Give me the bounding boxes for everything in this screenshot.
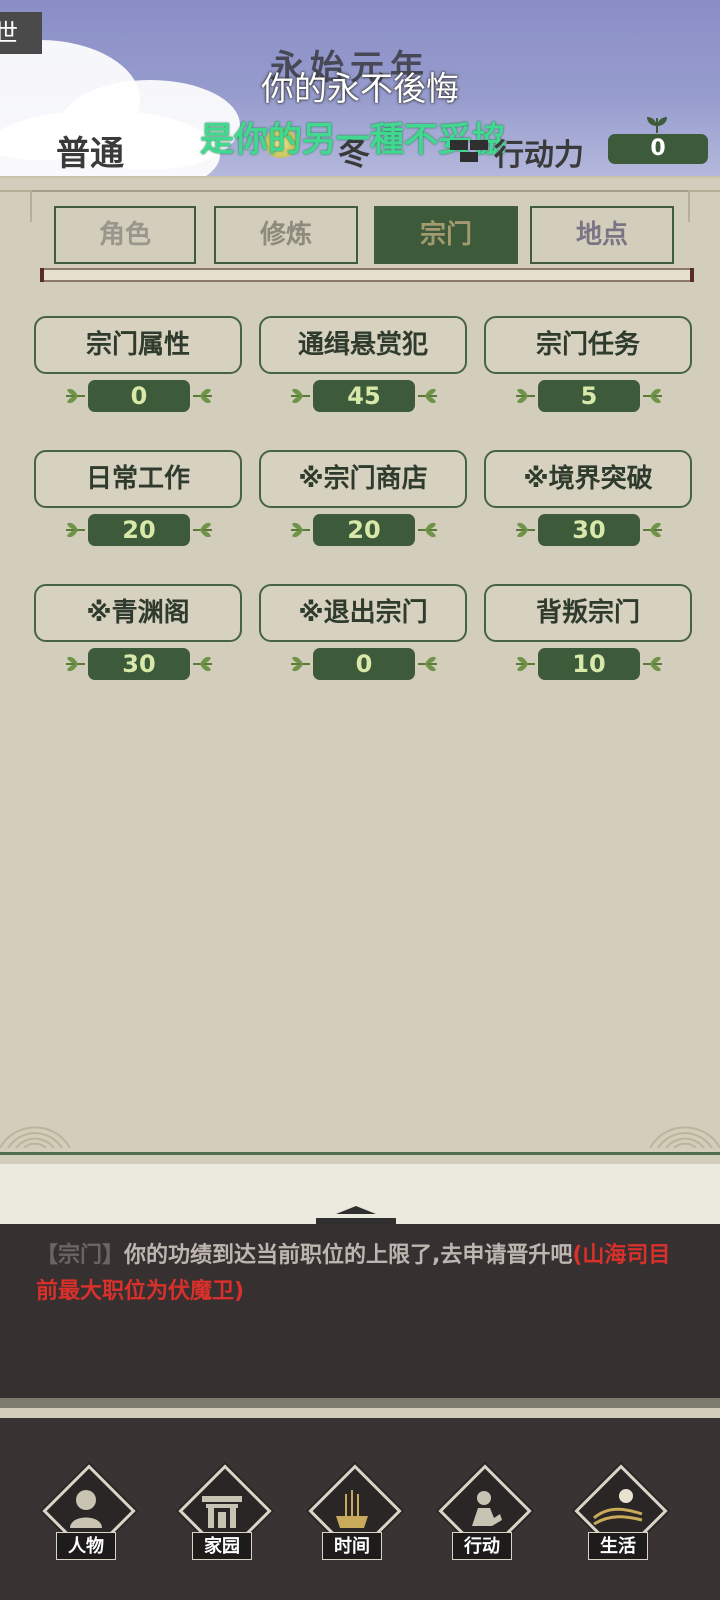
progress-bar (40, 268, 694, 282)
panel-divider (0, 1152, 720, 1155)
betray-sect-button[interactable]: 背叛宗门 (484, 584, 692, 642)
nav-label: 时间 (322, 1532, 382, 1560)
corner-tag[interactable]: 世 (0, 12, 42, 54)
leaf-right-icon (418, 656, 437, 672)
leaf-right-icon (193, 388, 212, 404)
tab-cultivation[interactable]: 修炼 (214, 206, 358, 264)
status-header: 世 永始元年 你的永不後悔 普通 冬 是你的另一種不妥協 行动力 0 (0, 0, 720, 176)
cost-value: 20 (313, 514, 415, 546)
leaf-left-icon (291, 522, 310, 538)
leaf-left-icon (291, 656, 310, 672)
tab-sect[interactable]: 宗门 (374, 206, 518, 264)
leaf-left-icon (291, 388, 310, 404)
cost-value: 30 (88, 648, 190, 680)
cost-indicator: 0 (289, 648, 439, 680)
qingyuan-pavilion-button[interactable]: ※青渊阁 (34, 584, 242, 642)
cost-indicator: 10 (514, 648, 664, 680)
nav-action[interactable]: 行动 (432, 1464, 532, 1562)
leaf-right-icon (643, 388, 662, 404)
message-tag: 【宗门】 (36, 1243, 125, 1268)
leaf-right-icon (418, 522, 437, 538)
sect-panel: 角色 修炼 宗门 地点 宗门属性 通缉悬赏犯 宗门任务 0 45 5 日常工作 … (0, 176, 720, 1164)
message-log: 【宗门】你的功绩到达当前职位的上限了,去申请晋升吧(山海司目前最大职位为伏魔卫) (0, 1224, 720, 1408)
cost-value: 0 (313, 648, 415, 680)
cost-indicator: 0 (64, 380, 214, 412)
tab-character[interactable]: 角色 (54, 206, 196, 264)
daily-work-button[interactable]: 日常工作 (34, 450, 242, 508)
nav-label: 生活 (588, 1532, 648, 1560)
nav-label: 行动 (452, 1532, 512, 1560)
cost-indicator: 20 (289, 514, 439, 546)
cost-indicator: 5 (514, 380, 664, 412)
leaf-left-icon (66, 656, 85, 672)
nav-time[interactable]: 时间 (302, 1464, 402, 1562)
nav-home[interactable]: 家园 (172, 1464, 272, 1562)
tab-location[interactable]: 地点 (530, 206, 674, 264)
wanted-criminal-button[interactable]: 通缉悬赏犯 (259, 316, 467, 374)
action-points-label: 行动力 (494, 138, 584, 173)
wave-decoration (0, 1126, 70, 1148)
sect-attributes-button[interactable]: 宗门属性 (34, 316, 242, 374)
leaf-left-icon (516, 656, 535, 672)
leave-sect-button[interactable]: ※退出宗门 (259, 584, 467, 642)
nav-character[interactable]: 人物 (36, 1464, 136, 1562)
cost-indicator: 20 (64, 514, 214, 546)
expand-handle-icon[interactable] (308, 1200, 404, 1224)
leaf-right-icon (193, 522, 212, 538)
leaf-right-icon (193, 656, 212, 672)
leaf-left-icon (66, 522, 85, 538)
sect-shop-button[interactable]: ※宗门商店 (259, 450, 467, 508)
wave-decoration (650, 1126, 720, 1148)
cost-value: 10 (538, 648, 640, 680)
message-text: 你的功绩到达当前职位的上限了,去申请晋升吧 (124, 1243, 573, 1268)
lyric-line-1: 你的永不後悔 (261, 69, 459, 108)
leaf-right-icon (643, 656, 662, 672)
cost-indicator: 45 (289, 380, 439, 412)
cost-indicator: 30 (514, 514, 664, 546)
cost-value: 20 (88, 514, 190, 546)
action-points-value: 0 (608, 134, 708, 164)
cost-value: 30 (538, 514, 640, 546)
leaf-left-icon (66, 388, 85, 404)
cost-value: 0 (88, 380, 190, 412)
cost-value: 5 (538, 380, 640, 412)
sprout-icon (647, 117, 667, 134)
cost-value: 45 (313, 380, 415, 412)
nav-life[interactable]: 生活 (568, 1464, 668, 1562)
difficulty-label: 普通 (56, 134, 124, 174)
cost-indicator: 30 (64, 648, 214, 680)
tab-bar: 角色 修炼 宗门 地点 (0, 206, 720, 268)
leaf-left-icon (516, 522, 535, 538)
brick-icon (450, 136, 490, 166)
nav-label: 人物 (56, 1532, 116, 1560)
leaf-right-icon (418, 388, 437, 404)
realm-breakthrough-button[interactable]: ※境界突破 (484, 450, 692, 508)
leaf-right-icon (643, 522, 662, 538)
nav-label: 家园 (192, 1532, 252, 1560)
leaf-left-icon (516, 388, 535, 404)
sect-task-button[interactable]: 宗门任务 (484, 316, 692, 374)
